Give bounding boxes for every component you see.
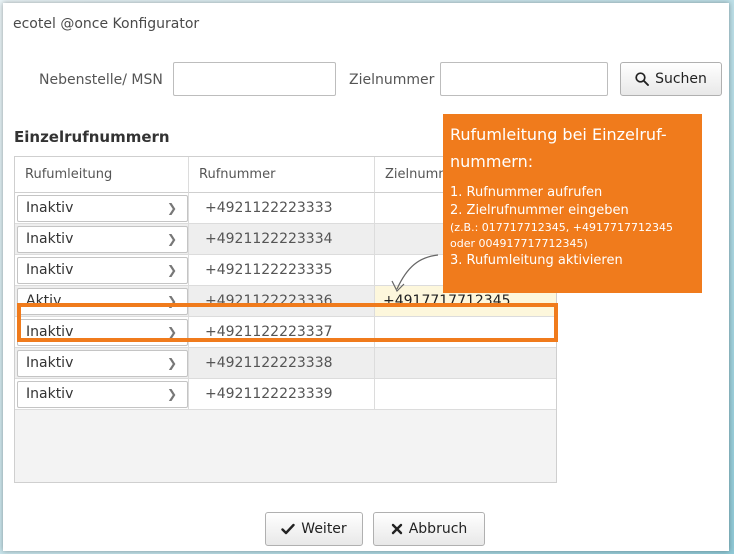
forwarding-cell: Aktiv ❯ [15, 286, 189, 317]
target-cell[interactable] [375, 379, 556, 410]
next-button-label: Weiter [301, 521, 347, 537]
column-header-number[interactable]: Rufnummer [189, 157, 375, 193]
forwarding-select[interactable]: Inaktiv ❯ [17, 350, 188, 377]
section-title: Einzelrufnummern [14, 128, 170, 146]
target-number-label: Zielnummer [349, 72, 435, 88]
table-row[interactable]: Inaktiv ❯ +4921122223338 [15, 348, 556, 379]
forwarding-select-value: Inaktiv [26, 231, 74, 247]
forwarding-select-value: Inaktiv [26, 386, 74, 402]
chevron-down-icon: ❯ [166, 263, 177, 277]
callout-step-1: 1. Rufnummer aufrufen [450, 185, 603, 200]
search-button[interactable]: Suchen [620, 62, 722, 96]
forwarding-cell: Inaktiv ❯ [15, 255, 189, 286]
forwarding-cell: Inaktiv ❯ [15, 379, 189, 410]
next-button[interactable]: Weiter [265, 512, 363, 546]
forwarding-select[interactable]: Inaktiv ❯ [17, 195, 188, 222]
forwarding-cell: Inaktiv ❯ [15, 348, 189, 379]
table-row[interactable]: Inaktiv ❯ +4921122223339 [15, 379, 556, 410]
number-cell: +4921122223334 [189, 224, 375, 255]
number-cell: +4921122223338 [189, 348, 375, 379]
search-button-label: Suchen [655, 71, 707, 87]
forwarding-cell: Inaktiv ❯ [15, 317, 189, 348]
target-cell[interactable] [375, 317, 556, 348]
callout-heading-line-1: Rufumleitung bei Einzelruf- [450, 125, 667, 144]
column-header-forwarding[interactable]: Rufumleitung [15, 157, 189, 193]
forwarding-select[interactable]: Inaktiv ❯ [17, 319, 188, 346]
forwarding-cell: Inaktiv ❯ [15, 193, 189, 224]
chevron-down-icon: ❯ [166, 294, 177, 308]
chevron-down-icon: ❯ [166, 325, 177, 339]
forwarding-select[interactable]: Inaktiv ❯ [17, 257, 188, 284]
close-icon [391, 523, 402, 535]
target-number-input[interactable] [440, 62, 608, 96]
forwarding-select[interactable]: Inaktiv ❯ [17, 381, 188, 408]
checkmark-icon [281, 523, 295, 535]
chevron-down-icon: ❯ [166, 387, 177, 401]
chevron-down-icon: ❯ [166, 232, 177, 246]
target-cell[interactable] [375, 348, 556, 379]
configurator-dialog: ecotel @once Konfigurator Nebenstelle/ M… [3, 3, 729, 551]
number-cell: +4921122223339 [189, 379, 375, 410]
forwarding-select-value: Inaktiv [26, 355, 74, 371]
cancel-button-label: Abbruch [408, 521, 468, 537]
callout-step-3: 3. Rufumleitung aktivieren [450, 253, 623, 268]
forwarding-select-value: Inaktiv [26, 324, 74, 340]
forwarding-select[interactable]: Aktiv ❯ [17, 288, 188, 315]
msn-input[interactable] [173, 62, 336, 96]
number-cell: +4921122223337 [189, 317, 375, 348]
number-cell: +4921122223335 [189, 255, 375, 286]
number-cell: +4921122223333 [189, 193, 375, 224]
callout-example-line-1: (z.B.: 017717712345, +4917717712345 [450, 221, 673, 234]
instruction-callout: Rufumleitung bei Einzelruf- nummern: 1. … [443, 114, 702, 293]
forwarding-select-value: Inaktiv [26, 262, 74, 278]
window-title: ecotel @once Konfigurator [13, 16, 200, 32]
curved-arrow-icon [391, 254, 439, 293]
callout-example-line-2: oder 004917717712345) [450, 237, 588, 250]
search-icon [635, 72, 650, 86]
forwarding-select[interactable]: Inaktiv ❯ [17, 226, 188, 253]
number-cell: +4921122223336 [189, 286, 375, 317]
chevron-down-icon: ❯ [166, 356, 177, 370]
forwarding-cell: Inaktiv ❯ [15, 224, 189, 255]
chevron-down-icon: ❯ [166, 201, 177, 215]
callout-heading-line-2: nummern: [450, 152, 534, 171]
forwarding-select-value: Aktiv [26, 293, 62, 309]
callout-step-2: 2. Zielrufnummer eingeben [450, 203, 629, 218]
cancel-button[interactable]: Abbruch [373, 512, 485, 546]
table-row[interactable]: Inaktiv ❯ +4921122223337 [15, 317, 556, 348]
msn-label: Nebenstelle/ MSN [39, 72, 163, 88]
forwarding-select-value: Inaktiv [26, 200, 74, 216]
